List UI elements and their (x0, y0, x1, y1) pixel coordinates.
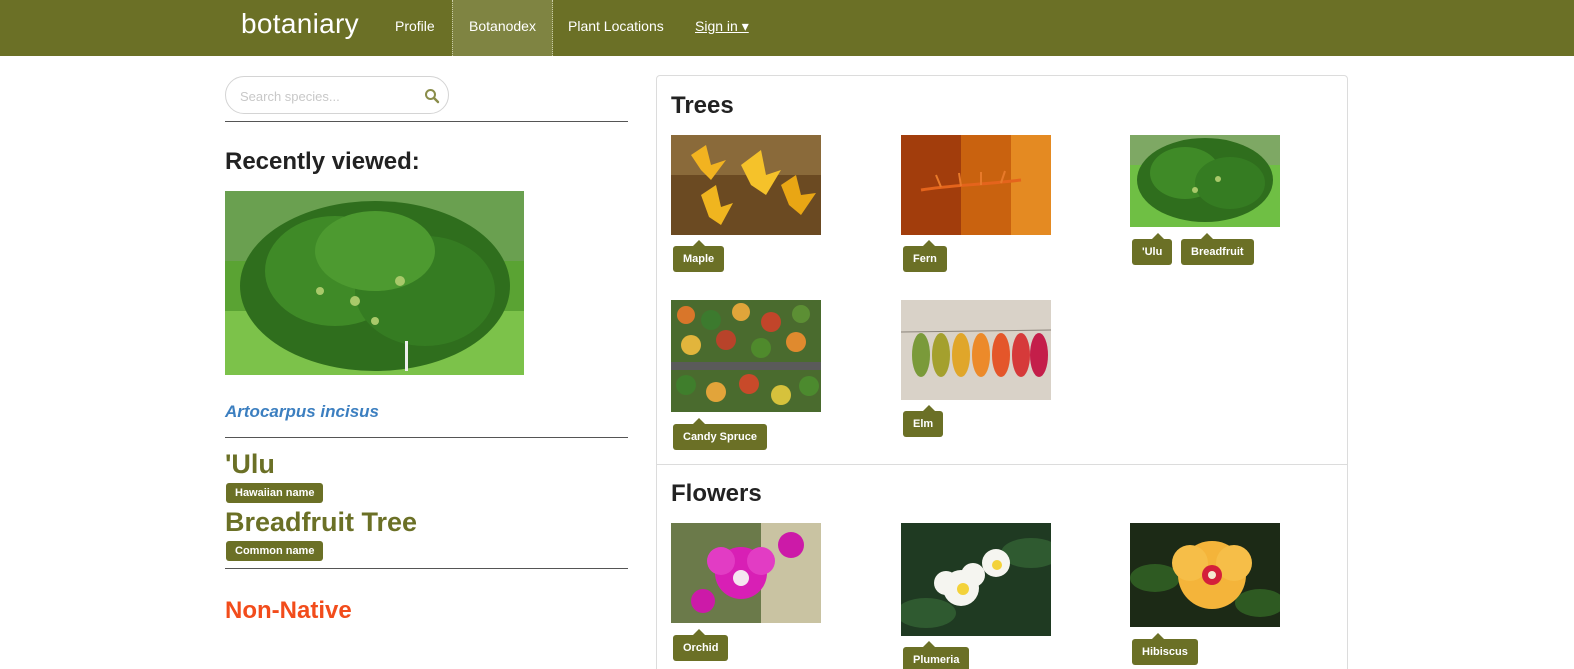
divider (225, 568, 628, 569)
recent-plant-image[interactable] (225, 191, 524, 375)
divider (225, 121, 628, 122)
search-box (225, 76, 449, 114)
plant-tag-maple[interactable]: Maple (673, 240, 725, 272)
search-input[interactable] (240, 86, 410, 106)
hawaiian-name-badge: Hawaiian name (226, 483, 324, 503)
plant-thumbnail-plumeria[interactable] (901, 523, 1051, 636)
plant-thumbnail-ulu[interactable] (1130, 135, 1280, 227)
common-name-badge: Common name (226, 541, 324, 561)
plant-thumbnail-orchid[interactable] (671, 523, 821, 623)
plant-thumbnail-fern[interactable] (901, 135, 1051, 235)
plant-thumbnail-hibiscus[interactable] (1130, 523, 1280, 627)
scientific-name-link[interactable]: Artocarpus incisus (225, 402, 379, 422)
plant-tag-plumeria[interactable]: Plumeria (903, 641, 970, 669)
plant-tag-orchid[interactable]: Orchid (673, 629, 729, 661)
plant-thumbnail-elm[interactable] (901, 300, 1051, 400)
plant-tag-fern[interactable]: Fern (903, 240, 947, 272)
hawaiian-name: 'Ulu (225, 449, 275, 479)
search-icon[interactable] (424, 88, 440, 104)
plant-tag-breadfruit[interactable]: Breadfruit (1181, 233, 1254, 265)
native-status: Non-Native (225, 597, 352, 624)
section-title-flowers: Flowers (671, 480, 762, 507)
divider (225, 437, 628, 438)
nav-sign-in-dropdown[interactable]: Sign in ▾ (695, 0, 749, 56)
plant-tag-candy-spruce[interactable]: Candy Spruce (673, 418, 767, 450)
plant-thumbnail-maple[interactable] (671, 135, 821, 235)
top-navbar: botaniary Profile Botanodex Plant Locati… (0, 0, 1574, 56)
plant-tag-hibiscus[interactable]: Hibiscus (1132, 633, 1198, 665)
nav-botanodex[interactable]: Botanodex (452, 0, 553, 56)
nav-plant-locations[interactable]: Plant Locations (568, 0, 664, 56)
plant-tag-ulu[interactable]: 'Ulu (1132, 233, 1173, 265)
plant-tag-elm[interactable]: Elm (903, 405, 944, 437)
section-divider (657, 464, 1347, 465)
brand-logo[interactable]: botaniary (241, 8, 359, 40)
nav-profile[interactable]: Profile (395, 0, 435, 56)
section-title-trees: Trees (671, 92, 734, 119)
common-name: Breadfruit Tree (225, 507, 418, 537)
plant-thumbnail-candy-spruce[interactable] (671, 300, 821, 412)
recently-viewed-heading: Recently viewed: (225, 148, 420, 175)
